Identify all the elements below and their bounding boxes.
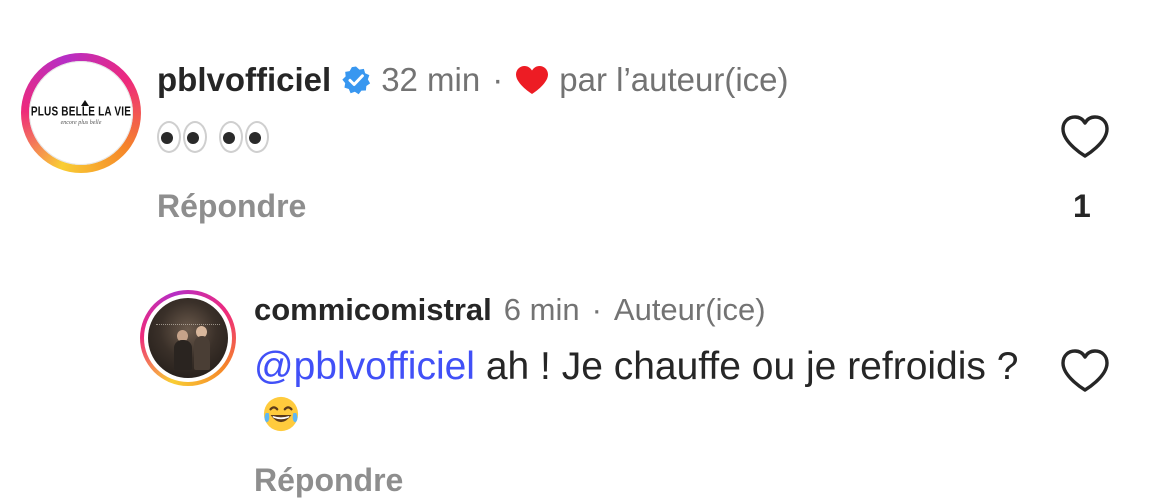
- reply-button[interactable]: Répondre: [254, 462, 403, 499]
- tears-of-joy-emoji: [262, 395, 300, 433]
- eyes-emoji: [219, 121, 269, 153]
- profile-photo: [148, 298, 228, 378]
- avatar-ring-gap: PLUS BELLE LA VIE encore plus belle: [29, 61, 133, 165]
- photo-script-overlay: [156, 314, 220, 325]
- verified-badge-icon: [341, 65, 371, 95]
- avatar-ring-gap: [144, 294, 232, 382]
- pblv-logo: PLUS BELLE LA VIE encore plus belle: [29, 61, 133, 165]
- timestamp: 6 min: [503, 292, 580, 327]
- comment-header: commicomistral 6 min · Auteur(ice): [254, 289, 766, 331]
- eye-icon: [183, 121, 207, 153]
- heart-outline-icon[interactable]: [1059, 347, 1111, 395]
- avatar-pblvofficiel[interactable]: PLUS BELLE LA VIE encore plus belle: [21, 53, 141, 173]
- comment-thread: PLUS BELLE LA VIE encore plus belle pblv…: [0, 0, 1170, 501]
- comment-text: @pblvofficiel ah ! Je chauffe ou je refr…: [254, 343, 1034, 439]
- timestamp: 32 min: [381, 61, 481, 98]
- photo-figure-1: [174, 340, 192, 370]
- eye-icon: [245, 121, 269, 153]
- mention-link[interactable]: @pblvofficiel: [254, 345, 475, 388]
- separator-dot: ·: [492, 61, 504, 98]
- separator-dot: ·: [591, 292, 602, 327]
- logo-subtext: encore plus belle: [60, 120, 102, 126]
- logo-text: PLUS BELLE LA VIE: [30, 105, 132, 120]
- username[interactable]: commicomistral: [254, 292, 492, 328]
- comment-text: [157, 112, 279, 162]
- username[interactable]: pblvofficiel: [157, 61, 331, 99]
- eyes-emoji: [157, 121, 207, 153]
- eye-icon: [219, 121, 243, 153]
- avatar-commicomistral[interactable]: [140, 290, 236, 386]
- comment-body-text: ah ! Je chauffe ou je refroidis ?: [474, 345, 1019, 388]
- heart-filled-icon: [515, 65, 549, 95]
- eye-icon: [157, 121, 181, 153]
- like-count: 1: [1073, 188, 1091, 224]
- reply-button[interactable]: Répondre: [157, 188, 306, 225]
- comment-header: pblvofficiel 32 min · par l’auteur(ice): [157, 58, 789, 102]
- author-label: Auteur(ice): [613, 292, 766, 327]
- photo-figure-2: [194, 336, 210, 370]
- heart-outline-icon[interactable]: [1059, 113, 1111, 161]
- liked-by-author-label: par l’auteur(ice): [559, 61, 789, 98]
